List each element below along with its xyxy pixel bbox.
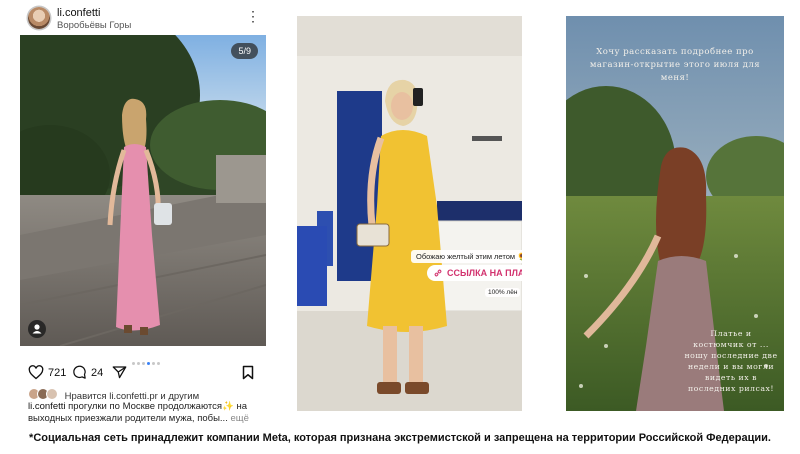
post-location[interactable]: Воробьёвы Горы xyxy=(57,20,131,31)
comment-icon xyxy=(73,365,86,379)
post-photo[interactable]: 5/9 xyxy=(20,35,266,346)
bookmark-button[interactable] xyxy=(242,365,254,380)
story-yellow-dress[interactable]: Обожаю желтый этим летом 🌻 ССЫЛКА НА ПЛА… xyxy=(297,16,522,411)
post-photo-illustration xyxy=(20,35,266,346)
meta-disclaimer: *Социальная сеть принадлежит компании Me… xyxy=(29,432,771,444)
link-icon xyxy=(434,269,442,277)
avatar[interactable] xyxy=(28,7,50,29)
likes-count: 721 xyxy=(48,366,67,379)
story-bottom-text: Платье и костюмчик от ... ношу последние… xyxy=(684,329,778,393)
tagged-person-icon[interactable] xyxy=(28,320,46,338)
carousel-counter: 5/9 xyxy=(231,43,258,59)
post-caption: li.confetti прогулки по Москве продолжаю… xyxy=(28,401,266,425)
product-link-sticker[interactable]: ССЫЛКА НА ПЛАТЬЕ xyxy=(427,265,522,281)
share-icon xyxy=(112,366,127,379)
caption-username[interactable]: li.confetti xyxy=(28,401,66,412)
story-top-text: Хочу рассказать подробнее про магазин-от… xyxy=(589,47,761,83)
caption-more-link[interactable]: ещё xyxy=(228,413,248,424)
post-username[interactable]: li.confetti xyxy=(57,7,100,19)
link-sticker-label: ССЫЛКА НА ПЛАТЬЕ xyxy=(447,268,522,278)
post-header: li.confetti Воробьёвы Горы ⋮ xyxy=(20,4,266,34)
comment-button[interactable]: 24 xyxy=(72,365,103,380)
heart-icon xyxy=(28,365,44,380)
caption-sticker: Обожаю желтый этим летом 🌻 xyxy=(411,250,522,263)
liked-by-row: Нравится li.confetti.pr и другим xyxy=(28,388,199,402)
bookmark-icon xyxy=(242,365,254,380)
story-photo-illustration xyxy=(297,16,522,411)
instagram-post: li.confetti Воробьёвы Горы ⋮ 5/9 721 24 … xyxy=(20,4,266,425)
post-actions-bar: 721 24 xyxy=(20,362,266,384)
more-vertical-icon[interactable]: ⋮ xyxy=(246,9,260,23)
like-button[interactable]: 721 xyxy=(28,365,66,380)
share-button[interactable] xyxy=(112,365,127,379)
comments-count: 24 xyxy=(91,366,104,379)
fabric-badge: 100% лён xyxy=(485,288,521,297)
story-field[interactable]: Хочу рассказать подробнее про магазин-от… xyxy=(566,16,784,411)
